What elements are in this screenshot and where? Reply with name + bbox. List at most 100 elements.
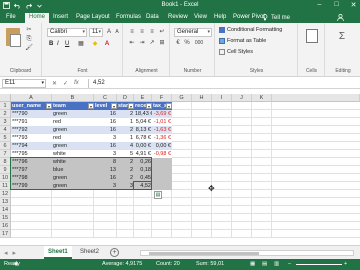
- table-cell[interactable]: 4,52: [134, 182, 152, 190]
- table-cell[interactable]: -0,98 €: [152, 150, 172, 158]
- column-header-c[interactable]: C: [94, 94, 117, 102]
- row-header-4[interactable]: 4: [0, 126, 11, 134]
- table-cell[interactable]: 6,78 €: [134, 134, 152, 142]
- name-box[interactable]: E11: [2, 79, 46, 88]
- table-cell[interactable]: green: [52, 126, 94, 134]
- column-header-e[interactable]: E: [134, 94, 152, 102]
- tab-help[interactable]: Help: [214, 14, 226, 20]
- zoom-slider[interactable]: [296, 264, 342, 265]
- table-cell[interactable]: -1,01 €: [152, 118, 172, 126]
- increase-indent-icon[interactable]: ⇥: [138, 40, 146, 47]
- table-cell[interactable]: ***795: [11, 150, 52, 158]
- table-cell[interactable]: white: [52, 158, 94, 166]
- table-cell[interactable]: -1,63 €: [152, 126, 172, 134]
- table-cell[interactable]: 1: [117, 134, 134, 142]
- sheet-tab-sheet1[interactable]: Sheet1: [44, 246, 72, 259]
- table-cell[interactable]: [152, 174, 172, 182]
- table-cell[interactable]: -3,69 €: [152, 110, 172, 118]
- table-cell[interactable]: 16: [94, 110, 117, 118]
- table-cell[interactable]: ***799: [11, 182, 52, 190]
- normal-view-icon[interactable]: ▦: [250, 259, 255, 270]
- currency-icon[interactable]: €: [174, 40, 182, 47]
- table-cell[interactable]: green: [52, 142, 94, 150]
- table-cell[interactable]: white: [52, 150, 94, 158]
- number-format-dropdown[interactable]: General: [174, 28, 212, 37]
- format-as-table-button[interactable]: Format as Table: [219, 38, 266, 44]
- table-cell[interactable]: ***798: [11, 174, 52, 182]
- underline-button[interactable]: U: [65, 40, 69, 48]
- table-cell[interactable]: ***794: [11, 142, 52, 150]
- tell-me-search[interactable]: Tell me: [262, 14, 290, 21]
- table-cell[interactable]: 18,43 €: [134, 110, 152, 118]
- column-header-j[interactable]: J: [232, 94, 252, 102]
- column-header-d[interactable]: D: [117, 94, 134, 102]
- table-cell[interactable]: 5: [117, 150, 134, 158]
- table-cell[interactable]: 8: [94, 158, 117, 166]
- tab-data[interactable]: Data: [146, 14, 159, 20]
- table-cell[interactable]: green: [52, 182, 94, 190]
- select-all-corner[interactable]: [0, 94, 11, 102]
- paste-icon[interactable]: [6, 28, 21, 47]
- table-cell[interactable]: 8,13 €: [134, 126, 152, 134]
- worksheet-grid[interactable]: ABCDEFGHIJK 1 2 3 4 5 6 7 8 9 10 11 12 13 14 15 16 17 us…: [0, 94, 360, 244]
- table-cell[interactable]: 3: [94, 182, 117, 190]
- italic-button[interactable]: I: [57, 40, 59, 48]
- column-header-f[interactable]: F: [152, 94, 172, 102]
- table-cell[interactable]: 3: [117, 182, 134, 190]
- cancel-icon[interactable]: ✕: [52, 80, 57, 87]
- table-cell[interactable]: ***791: [11, 118, 52, 126]
- table-cell[interactable]: 0,45: [134, 174, 152, 182]
- table-cell[interactable]: 3: [94, 134, 117, 142]
- table-cell[interactable]: red: [52, 118, 94, 126]
- table-cell[interactable]: 0,18: [134, 166, 152, 174]
- tab-file[interactable]: File: [6, 14, 16, 20]
- column-header-k[interactable]: K: [252, 94, 272, 102]
- table-cell[interactable]: ***796: [11, 158, 52, 166]
- table-cell[interactable]: 1: [117, 118, 134, 126]
- table-cell[interactable]: blue: [52, 166, 94, 174]
- table-cell[interactable]: [152, 158, 172, 166]
- row-header-3[interactable]: 3: [0, 118, 11, 126]
- tab-page-layout[interactable]: Page Layout: [76, 14, 110, 20]
- zoom-in-icon[interactable]: +: [344, 259, 347, 270]
- row-header-2[interactable]: 2: [0, 110, 11, 118]
- row-header-11[interactable]: 11: [0, 182, 11, 190]
- table-cell[interactable]: 16: [94, 118, 117, 126]
- column-header-b[interactable]: B: [52, 94, 94, 102]
- page-break-view-icon[interactable]: ▥: [274, 259, 279, 270]
- font-color-icon[interactable]: A: [103, 41, 111, 48]
- row-header-15[interactable]: 15: [0, 214, 11, 222]
- sheet-tab-sheet2[interactable]: Sheet2: [76, 246, 103, 259]
- table-cell[interactable]: 3: [94, 150, 117, 158]
- comma-style-button[interactable]: 000: [192, 40, 206, 47]
- percent-button[interactable]: %: [183, 40, 191, 47]
- row-header-12[interactable]: 12: [0, 190, 11, 198]
- table-cell[interactable]: green: [52, 110, 94, 118]
- table-header-cell[interactable]: team ▾: [52, 102, 94, 110]
- bold-button[interactable]: B: [49, 40, 53, 48]
- minimize-button[interactable]: –: [315, 1, 324, 9]
- insert-function-icon[interactable]: fx: [74, 80, 79, 87]
- table-cell[interactable]: ***797: [11, 166, 52, 174]
- close-button[interactable]: ✕: [349, 1, 358, 9]
- table-cell[interactable]: 4,91 €: [134, 150, 152, 158]
- zoom-out-icon[interactable]: –: [288, 259, 291, 270]
- align-right-icon[interactable]: ≡: [148, 29, 156, 36]
- tab-insert[interactable]: Insert: [53, 14, 68, 20]
- tab-power-pivot[interactable]: Power Pivot: [233, 14, 265, 20]
- add-sheet-icon[interactable]: +: [110, 248, 119, 257]
- table-cell[interactable]: 0,26: [134, 158, 152, 166]
- font-size-dropdown[interactable]: 11: [89, 28, 103, 37]
- table-cell[interactable]: [152, 166, 172, 174]
- copy-icon[interactable]: ⎘: [25, 36, 33, 43]
- wrap-text-icon[interactable]: ↵: [158, 29, 166, 36]
- enter-icon[interactable]: ✓: [63, 80, 68, 87]
- table-cell[interactable]: 2: [117, 158, 134, 166]
- format-painter-icon[interactable]: 🖌: [25, 45, 33, 52]
- row-header-10[interactable]: 10: [0, 174, 11, 182]
- borders-icon[interactable]: ▦: [77, 41, 85, 48]
- column-header-a[interactable]: A: [11, 94, 52, 102]
- cell-styles-button[interactable]: Cell Styles: [219, 49, 253, 55]
- conditional-formatting-button[interactable]: Conditional Formatting: [219, 27, 282, 33]
- next-sheet-icon[interactable]: ▸: [13, 249, 17, 257]
